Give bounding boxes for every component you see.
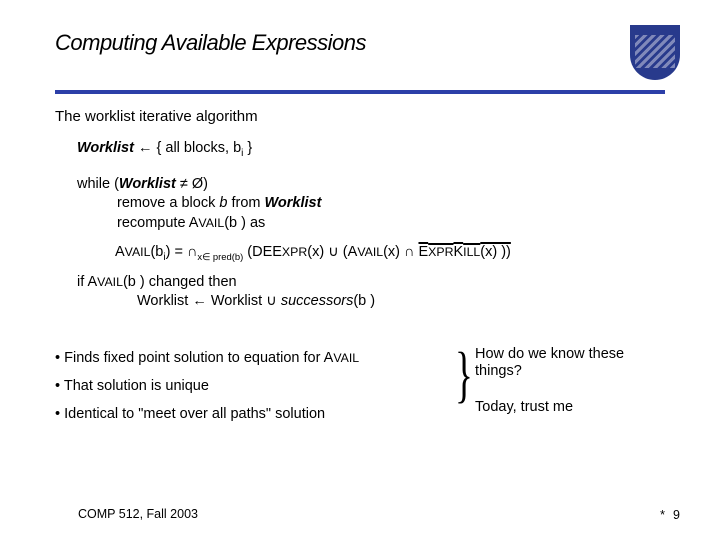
shield-logo <box>630 25 680 80</box>
answer-text: Today, trust me <box>475 399 665 415</box>
title-rule <box>55 90 665 94</box>
subtitle: The worklist iterative algorithm <box>55 108 665 125</box>
worklist-var: Worklist <box>77 140 134 156</box>
slide-title: Computing Available Expressions <box>55 30 366 56</box>
algorithm-block: Worklist ← { all blocks, bi } while (Wor… <box>77 139 665 312</box>
brace-icon: } <box>455 344 473 406</box>
footnote-asterisk: * <box>660 507 665 522</box>
avail-formula: AVAIL(bi) = ∩x∈ pred(b) (DEEXPR(x) ∪ (AV… <box>115 243 665 265</box>
page-number: 9 <box>673 508 680 522</box>
footer-left: COMP 512, Fall 2003 <box>78 507 198 522</box>
footer: COMP 512, Fall 2003 * 9 <box>78 507 680 522</box>
bullet-1: Finds fixed point solution to equation f… <box>55 350 475 366</box>
bullet-3: Identical to "meet over all paths" solut… <box>55 406 475 422</box>
bullet-2: That solution is unique <box>55 378 475 394</box>
question-text: How do we know these things? <box>475 346 665 381</box>
